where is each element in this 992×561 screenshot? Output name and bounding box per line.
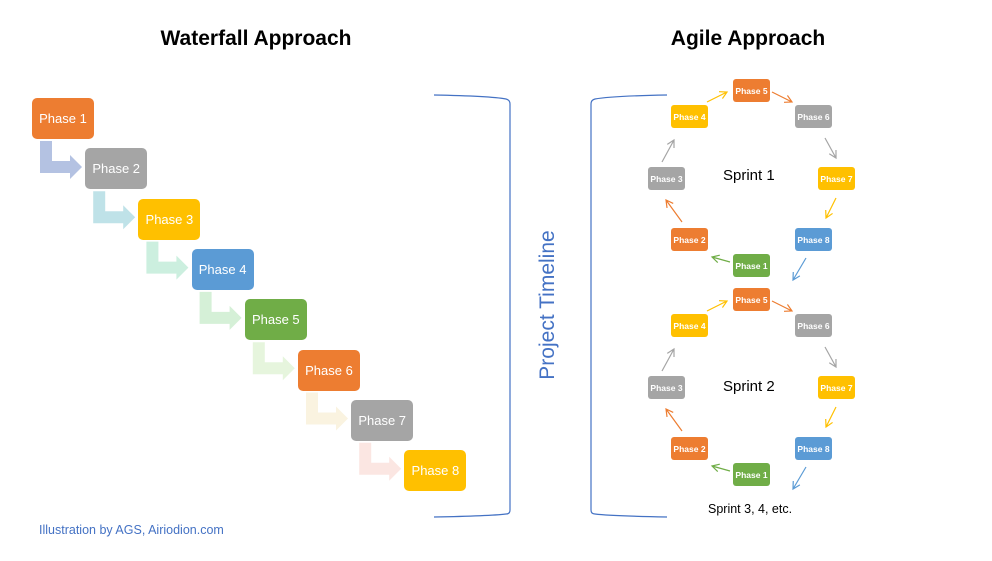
sprint-2-phase-3: Phase 3	[648, 376, 685, 399]
sprint-2-phase-2: Phase 2	[671, 437, 708, 460]
sprint-1-phase-7: Phase 7	[818, 167, 855, 190]
waterfall-phase-7: Phase 7	[351, 399, 414, 441]
sprint-1-arrow-8	[792, 257, 807, 282]
sprint-2-label: Sprint 2	[723, 378, 775, 395]
sprint-1-phase-2: Phase 2	[671, 228, 708, 251]
sprint-2-arrow-4	[706, 300, 729, 312]
waterfall-phase-6: Phase 6	[298, 349, 360, 391]
sprint-1-phase-4: Phase 4	[671, 105, 708, 128]
sprint-1-phase-3: Phase 3	[648, 167, 685, 190]
sprint-1-phase-6: Phase 6	[795, 105, 832, 128]
sprint-2-arrow-2	[665, 407, 683, 432]
waterfall-arrow-6	[306, 392, 348, 431]
sprint-1-phase-8: Phase 8	[795, 228, 832, 251]
waterfall-arrow-2	[93, 191, 136, 230]
sprint-2-arrow-6	[824, 346, 837, 369]
sprint-1-arrow-4	[706, 91, 729, 103]
sprint-1-arrow-3	[661, 138, 675, 163]
waterfall-arrow-4	[199, 291, 242, 330]
sprint-1-phase-1: Phase 1	[733, 254, 770, 277]
waterfall-arrow-5	[252, 342, 295, 381]
sprint-2-arrow-1	[710, 463, 731, 473]
sprint-1-arrow-7	[825, 197, 837, 220]
sprint-2-phase-8: Phase 8	[795, 437, 832, 460]
waterfall-phase-4: Phase 4	[191, 248, 254, 290]
waterfall-arrow-7	[359, 442, 402, 481]
sprint-1-label: Sprint 1	[723, 167, 775, 184]
waterfall-phase-1: Phase 1	[32, 98, 94, 139]
sprint-2-phase-6: Phase 6	[795, 314, 832, 337]
sprint-1-arrow-6	[824, 137, 837, 160]
sprint-2-phase-5: Phase 5	[733, 288, 770, 311]
timeline-bracket-right	[590, 94, 668, 518]
sprint-2-arrow-7	[825, 406, 837, 429]
sprint-2-phase-7: Phase 7	[818, 376, 855, 399]
sprint-1-arrow-5	[771, 91, 794, 103]
waterfall-phase-2: Phase 2	[85, 148, 148, 190]
more-sprints-label: Sprint 3, 4, etc.	[708, 502, 793, 516]
sprint-2-arrow-3	[661, 347, 675, 372]
sprint-1-phase-5: Phase 5	[733, 79, 770, 102]
credit-text: Illustration by AGS, Airiodion.com	[39, 523, 224, 537]
waterfall-arrow-1	[40, 141, 82, 179]
sprint-1-arrow-2	[665, 198, 683, 223]
waterfall-phase-5: Phase 5	[244, 299, 307, 341]
waterfall-arrow-3	[146, 241, 189, 280]
sprint-1-arrow-1	[710, 254, 731, 264]
project-timeline-label: Project Timeline	[536, 230, 559, 380]
diagram-canvas	[40, 91, 837, 518]
sprint-2-phase-4: Phase 4	[671, 314, 708, 337]
sprint-2-phase-1: Phase 1	[733, 463, 770, 486]
sprint-2-arrow-5	[771, 300, 794, 312]
sprint-2-arrow-8	[792, 466, 807, 491]
waterfall-phase-8: Phase 8	[404, 450, 467, 492]
waterfall-phase-3: Phase 3	[138, 198, 201, 240]
